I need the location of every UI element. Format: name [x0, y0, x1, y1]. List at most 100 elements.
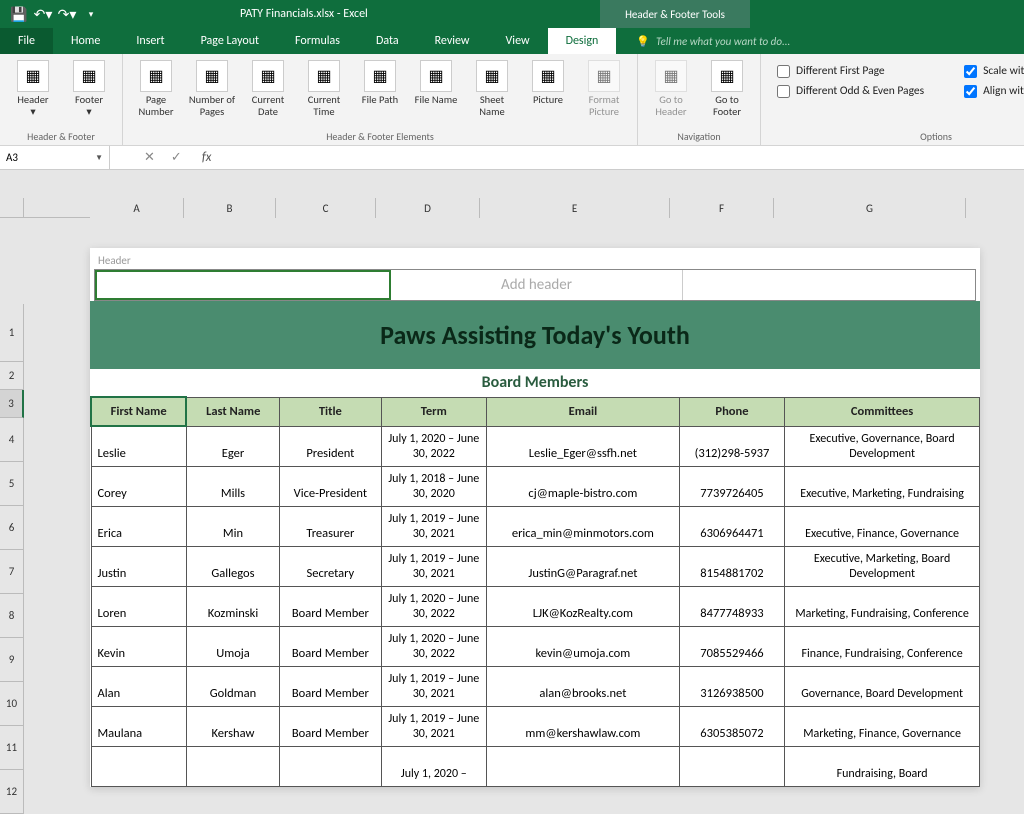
cell[interactable]: Kershaw: [186, 706, 279, 746]
cell[interactable]: Marketing, Finance, Governance: [785, 706, 980, 746]
table-row[interactable]: JustinGallegosSecretaryJuly 1, 2019 – Ju…: [91, 546, 980, 586]
cell[interactable]: [487, 746, 680, 786]
cell[interactable]: Leslie_Eger@ssfh.net: [487, 426, 680, 466]
col-header-D[interactable]: D: [376, 198, 480, 218]
cell[interactable]: 8477748933: [679, 586, 784, 626]
header-left-box[interactable]: [95, 270, 391, 300]
cell[interactable]: Leslie: [91, 426, 186, 466]
cell[interactable]: July 1, 2019 – June 30, 2021: [381, 506, 486, 546]
num-pages-button[interactable]: ▦Number of Pages: [185, 58, 239, 120]
cell[interactable]: 7739726405: [679, 466, 784, 506]
tab-insert[interactable]: Insert: [118, 28, 182, 54]
header-center-box[interactable]: Add header: [391, 270, 684, 300]
tab-page-layout[interactable]: Page Layout: [183, 28, 277, 54]
row-header-10[interactable]: 10: [0, 682, 24, 726]
col-first-name[interactable]: First Name: [91, 397, 186, 426]
row-header-1[interactable]: 1: [0, 304, 24, 362]
row-header-2[interactable]: 2: [0, 362, 24, 390]
diff-first-checkbox[interactable]: Different First Page: [777, 64, 924, 78]
diff-odd-checkbox[interactable]: Different Odd & Even Pages: [777, 84, 924, 98]
cell[interactable]: Gallegos: [186, 546, 279, 586]
qat-customize-icon[interactable]: ▾: [80, 3, 102, 25]
picture-button[interactable]: ▦Picture: [521, 58, 575, 120]
cell[interactable]: Board Member: [280, 706, 381, 746]
scale-doc-checkbox[interactable]: Scale with Document: [964, 64, 1024, 78]
tab-design[interactable]: Design: [548, 28, 617, 54]
col-header-E[interactable]: E: [480, 198, 670, 218]
cell[interactable]: Executive, Governance, Board Development: [785, 426, 980, 466]
col-header-G[interactable]: G: [774, 198, 966, 218]
sheet-name-button[interactable]: ▦Sheet Name: [465, 58, 519, 120]
save-icon[interactable]: 💾: [8, 3, 30, 25]
cell[interactable]: LJK@KozRealty.com: [487, 586, 680, 626]
table-row[interactable]: AlanGoldmanBoard MemberJuly 1, 2019 – Ju…: [91, 666, 980, 706]
tell-me-search[interactable]: 💡 Tell me what you want to do...: [636, 28, 790, 54]
row-header-5[interactable]: 5: [0, 462, 24, 506]
col-last-name[interactable]: Last Name: [186, 397, 279, 426]
cell[interactable]: Kozminski: [186, 586, 279, 626]
cell[interactable]: [186, 746, 279, 786]
cell[interactable]: Justin: [91, 546, 186, 586]
cell[interactable]: Marketing, Fundraising, Conference: [785, 586, 980, 626]
col-header-C[interactable]: C: [276, 198, 376, 218]
cell[interactable]: Finance, Fundraising, Conference: [785, 626, 980, 666]
row-header-9[interactable]: 9: [0, 638, 24, 682]
table-row[interactable]: MaulanaKershawBoard MemberJuly 1, 2019 –…: [91, 706, 980, 746]
cell[interactable]: Vice-President: [280, 466, 381, 506]
cell[interactable]: [679, 746, 784, 786]
cell[interactable]: alan@brooks.net: [487, 666, 680, 706]
cell[interactable]: Governance, Board Development: [785, 666, 980, 706]
header-edit-boxes[interactable]: Add header: [94, 269, 976, 301]
cell[interactable]: July 1, 2020 – June 30, 2022: [381, 586, 486, 626]
row-header-6[interactable]: 6: [0, 506, 24, 550]
cell[interactable]: Mills: [186, 466, 279, 506]
row-header-7[interactable]: 7: [0, 550, 24, 594]
cell[interactable]: Secretary: [280, 546, 381, 586]
cell[interactable]: cj@maple-bistro.com: [487, 466, 680, 506]
cell[interactable]: Board Member: [280, 666, 381, 706]
cell[interactable]: 6305385072: [679, 706, 784, 746]
header-button[interactable]: ▦Header ▾: [6, 58, 60, 120]
tab-data[interactable]: Data: [358, 28, 417, 54]
file-name-button[interactable]: ▦File Name: [409, 58, 463, 120]
table-row[interactable]: EricaMinTreasurerJuly 1, 2019 – June 30,…: [91, 506, 980, 546]
col-committees[interactable]: Committees: [785, 397, 980, 426]
board-members-table[interactable]: First NameLast NameTitleTermEmailPhoneCo…: [90, 396, 980, 787]
cell[interactable]: Kevin: [91, 626, 186, 666]
current-time-button[interactable]: ▦Current Time: [297, 58, 351, 120]
page-number-button[interactable]: ▦Page Number: [129, 58, 183, 120]
cell[interactable]: erica_min@minmotors.com: [487, 506, 680, 546]
tab-view[interactable]: View: [488, 28, 548, 54]
cell[interactable]: Min: [186, 506, 279, 546]
table-row[interactable]: CoreyMillsVice-PresidentJuly 1, 2018 – J…: [91, 466, 980, 506]
cell[interactable]: Board Member: [280, 626, 381, 666]
cell[interactable]: 3126938500: [679, 666, 784, 706]
table-row[interactable]: July 1, 2020 –Fundraising, Board: [91, 746, 980, 786]
col-email[interactable]: Email: [487, 397, 680, 426]
cell[interactable]: 7085529466: [679, 626, 784, 666]
tab-review[interactable]: Review: [417, 28, 488, 54]
col-term[interactable]: Term: [381, 397, 486, 426]
table-row[interactable]: LeslieEgerPresidentJuly 1, 2020 – June 3…: [91, 426, 980, 466]
col-header-F[interactable]: F: [670, 198, 774, 218]
cell[interactable]: July 1, 2019 – June 30, 2021: [381, 706, 486, 746]
cell[interactable]: [91, 746, 186, 786]
cell[interactable]: President: [280, 426, 381, 466]
row-header-8[interactable]: 8: [0, 594, 24, 638]
cancel-icon[interactable]: ✕: [144, 150, 155, 165]
cell[interactable]: Executive, Marketing, Fundraising: [785, 466, 980, 506]
cell[interactable]: July 1, 2020 – June 30, 2022: [381, 426, 486, 466]
col-title[interactable]: Title: [280, 397, 381, 426]
cell[interactable]: 8154881702: [679, 546, 784, 586]
chevron-down-icon[interactable]: ▼: [95, 153, 103, 163]
cell[interactable]: Loren: [91, 586, 186, 626]
cell[interactable]: Board Member: [280, 586, 381, 626]
col-phone[interactable]: Phone: [679, 397, 784, 426]
redo-icon[interactable]: ↷▾: [56, 3, 78, 25]
align-margins-checkbox[interactable]: Align with Page Margins: [964, 84, 1024, 98]
cell[interactable]: mm@kershawlaw.com: [487, 706, 680, 746]
cell[interactable]: Alan: [91, 666, 186, 706]
cell[interactable]: 6306964471: [679, 506, 784, 546]
cell[interactable]: July 1, 2020 –: [381, 746, 486, 786]
cell[interactable]: Maulana: [91, 706, 186, 746]
